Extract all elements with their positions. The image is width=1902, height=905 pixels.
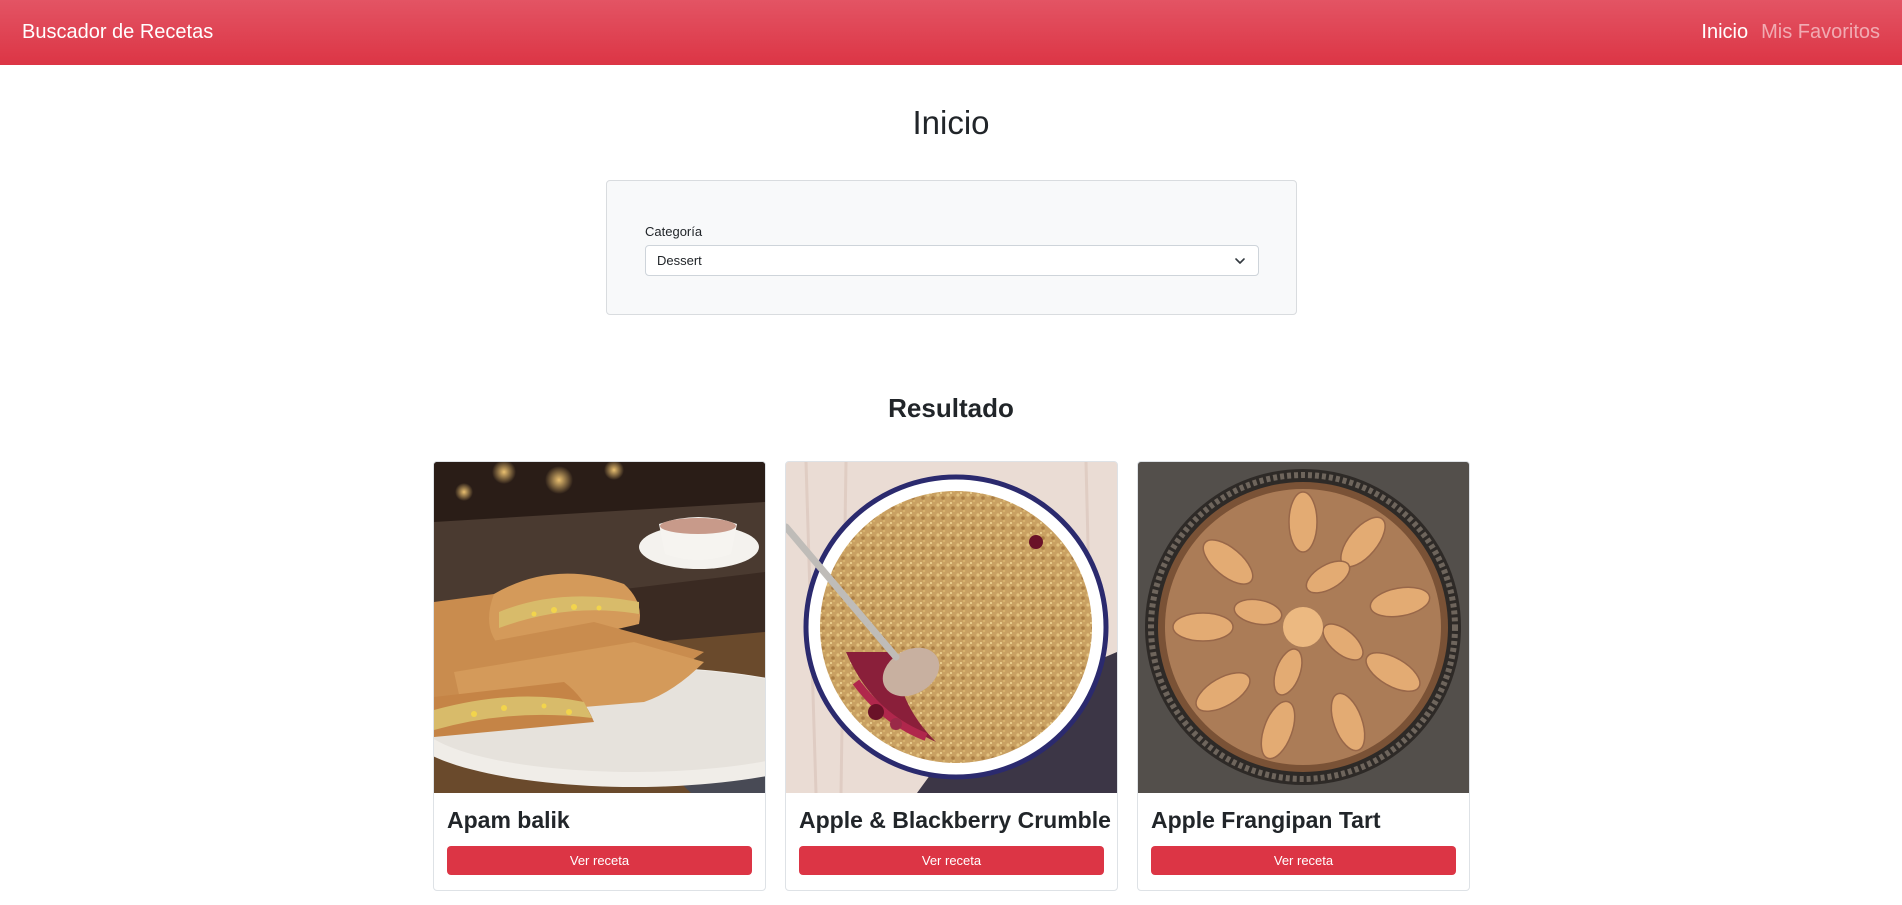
chevron-down-icon xyxy=(1235,258,1245,264)
page-title: Inicio xyxy=(912,104,990,141)
nav-links: Inicio Mis Favoritos xyxy=(1701,21,1880,44)
navbar: Buscador de Recetas Inicio Mis Favoritos xyxy=(0,0,1902,65)
nav-link-favoritos[interactable]: Mis Favoritos xyxy=(1761,21,1880,44)
view-recipe-button[interactable]: Ver receta xyxy=(447,846,752,875)
category-select[interactable]: Dessert xyxy=(645,245,1259,276)
recipe-image xyxy=(434,462,765,793)
results-title: Resultado xyxy=(888,393,1014,423)
recipe-title: Apple & Blackberry Crumble xyxy=(799,807,1111,833)
view-recipe-button[interactable]: Ver receta xyxy=(799,846,1104,875)
recipe-photo-tart xyxy=(1138,462,1469,793)
recipe-title: Apple Frangipan Tart xyxy=(1151,807,1381,833)
category-select-value: Dessert xyxy=(657,253,702,268)
nav-link-inicio[interactable]: Inicio xyxy=(1701,21,1748,44)
recipe-card: Apple & Blackberry Crumble Ver receta xyxy=(785,461,1118,891)
recipe-image xyxy=(1138,462,1469,793)
recipe-image xyxy=(786,462,1117,793)
view-recipe-button[interactable]: Ver receta xyxy=(1151,846,1456,875)
recipe-card: Apam balik Ver receta xyxy=(433,461,766,891)
recipe-photo-apam-balik xyxy=(434,462,765,793)
recipe-card: Apple Frangipan Tart Ver receta xyxy=(1137,461,1470,891)
category-label: Categoría xyxy=(645,224,703,239)
recipe-title: Apam balik xyxy=(447,807,570,833)
brand-link[interactable]: Buscador de Recetas xyxy=(22,21,213,44)
recipe-photo-crumble xyxy=(786,462,1117,793)
filter-form: Categoría Dessert xyxy=(606,180,1297,315)
